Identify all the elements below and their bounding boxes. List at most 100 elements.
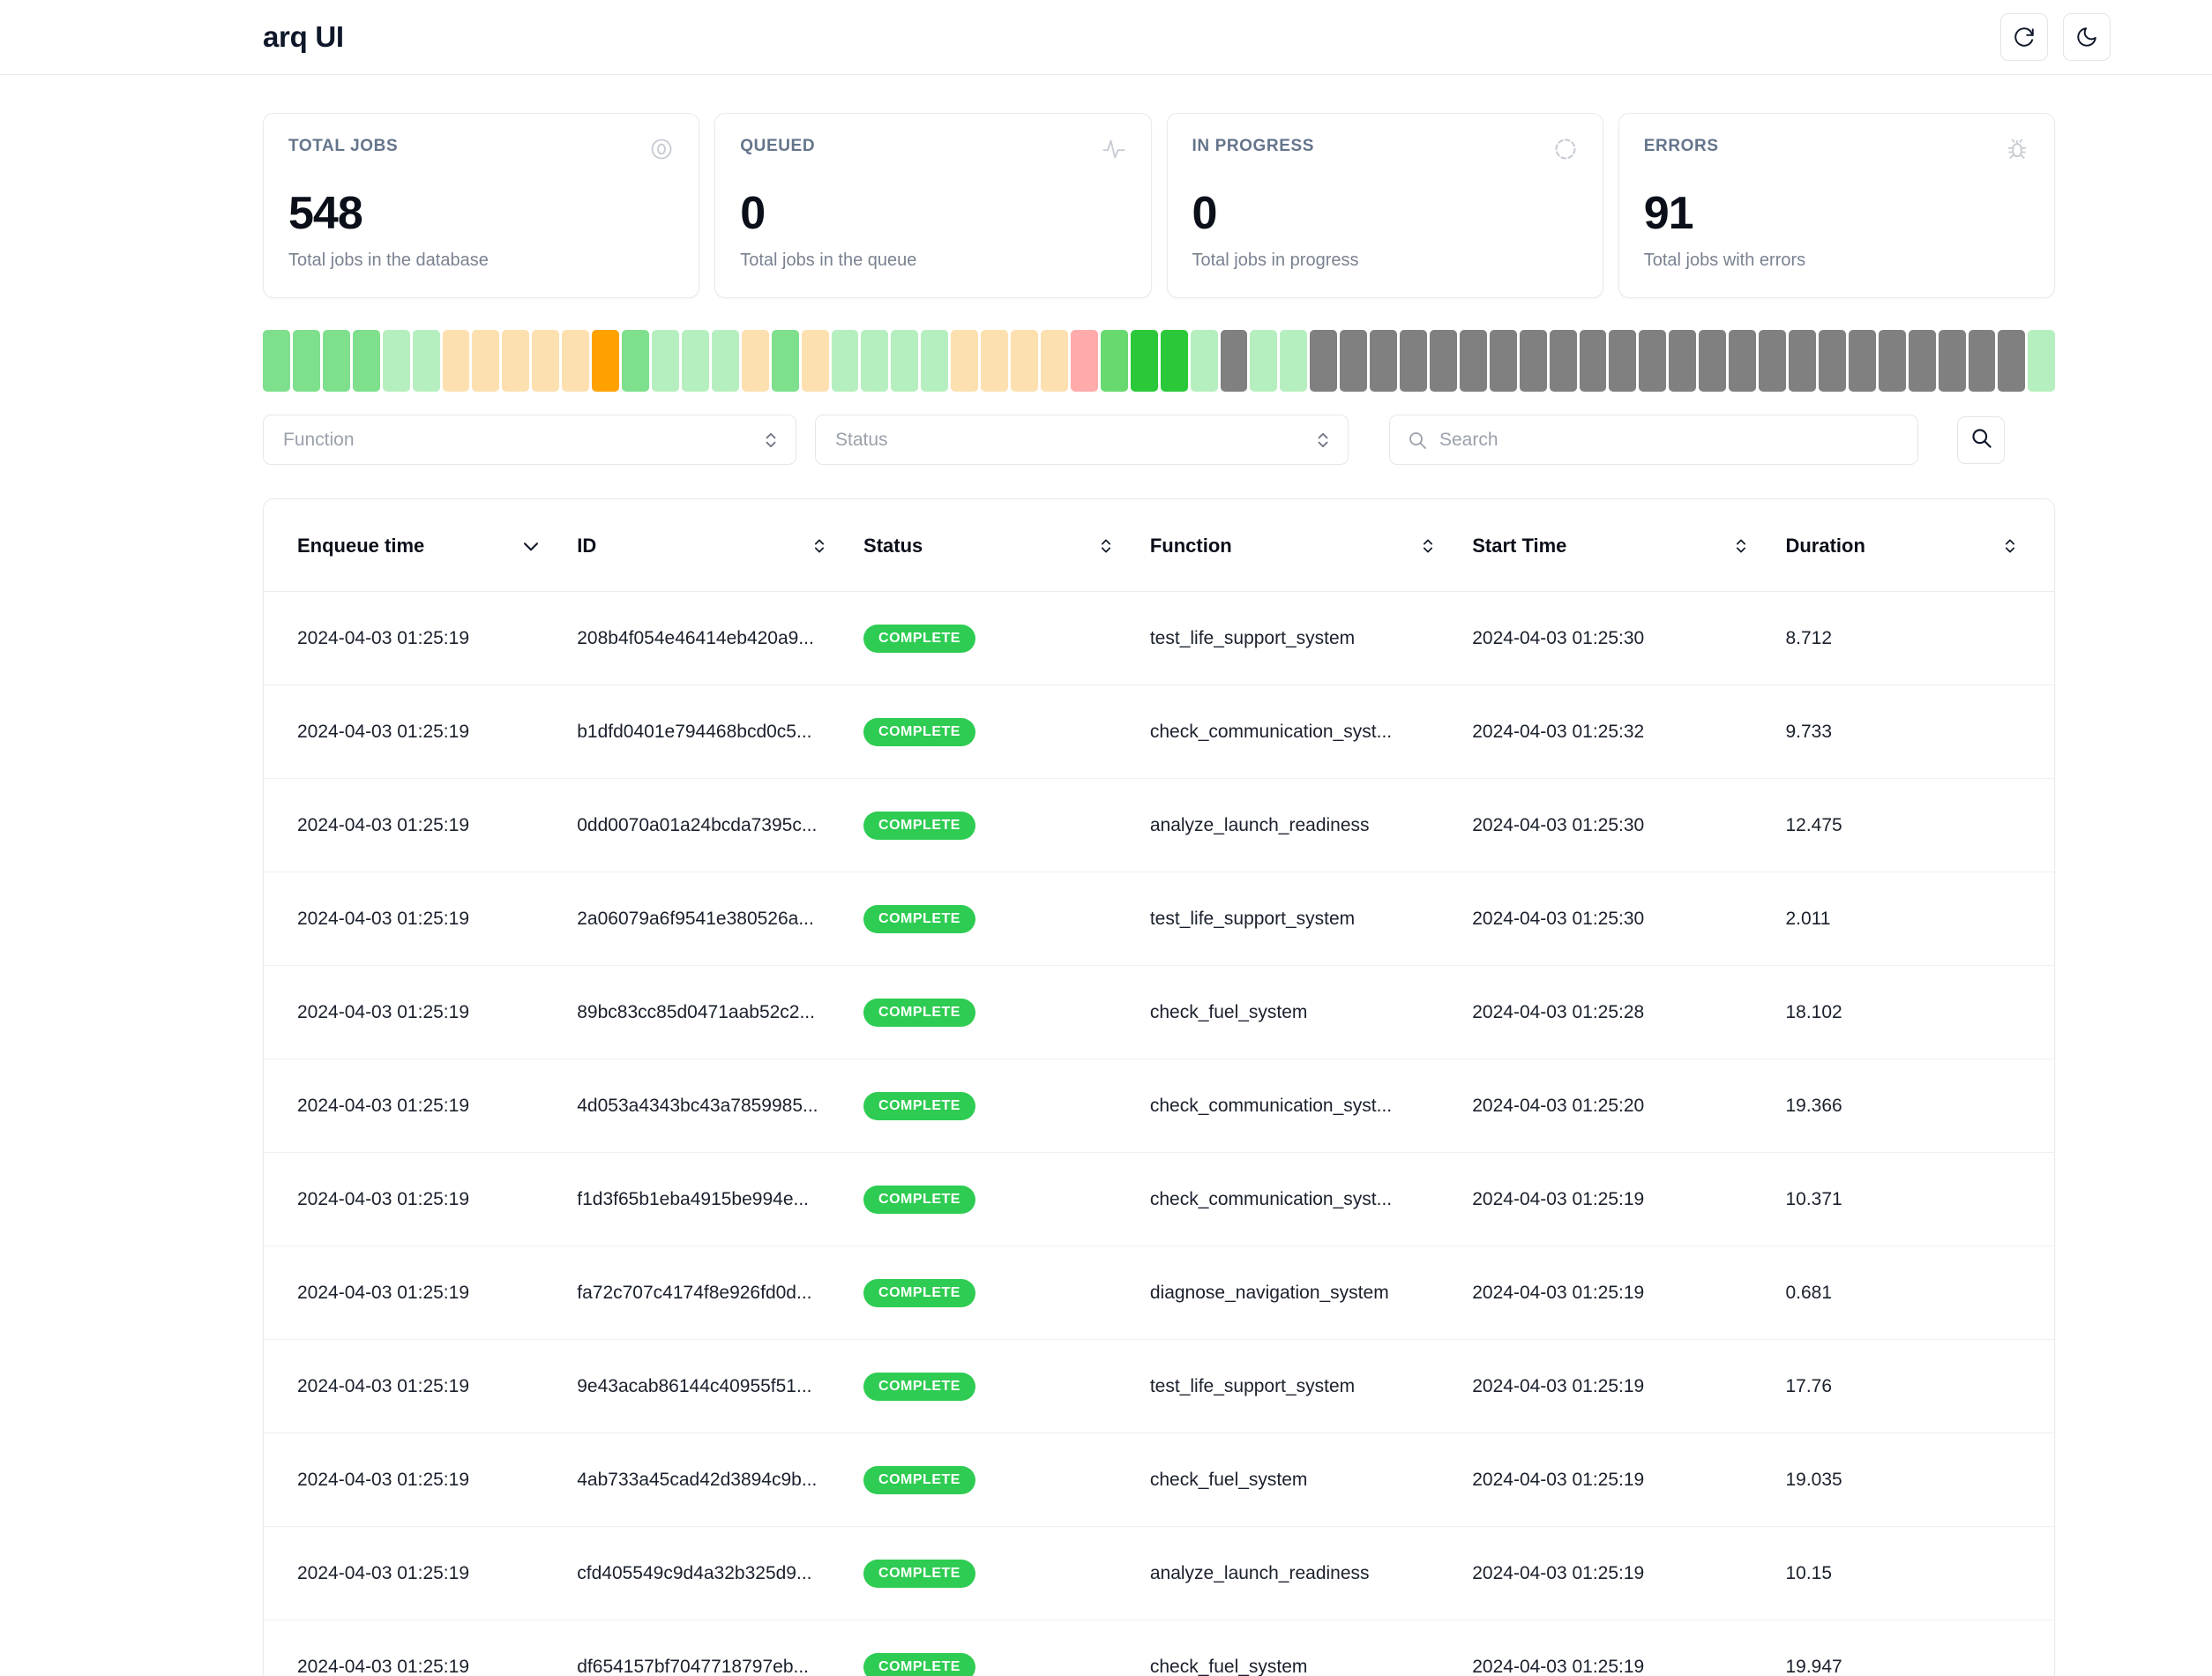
status-block[interactable] — [1849, 330, 1876, 392]
column-label: Duration — [1785, 535, 1865, 557]
column-header-enqueue-time[interactable]: Enqueue time — [264, 499, 577, 592]
status-block[interactable] — [1669, 330, 1696, 392]
status-block[interactable] — [1370, 330, 1397, 392]
status-block[interactable] — [1969, 330, 1996, 392]
status-block[interactable] — [832, 330, 859, 392]
status-block[interactable] — [532, 330, 559, 392]
cell-id: 2a06079a6f9541e380526a... — [577, 872, 863, 966]
status-block[interactable] — [802, 330, 829, 392]
column-header-function[interactable]: Function — [1150, 499, 1472, 592]
status-block[interactable] — [1729, 330, 1756, 392]
status-block[interactable] — [472, 330, 499, 392]
table-row[interactable]: 2024-04-03 01:25:194ab733a45cad42d3894c9… — [264, 1433, 2054, 1527]
status-block[interactable] — [1161, 330, 1188, 392]
status-block[interactable] — [1041, 330, 1068, 392]
cell-enqueue-time: 2024-04-03 01:25:19 — [264, 1433, 577, 1527]
status-block[interactable] — [1998, 330, 2025, 392]
status-block[interactable] — [413, 330, 440, 392]
status-block[interactable] — [712, 330, 739, 392]
search-button[interactable] — [1957, 416, 2005, 464]
status-block[interactable] — [891, 330, 918, 392]
table-row[interactable]: 2024-04-03 01:25:19fa72c707c4174f8e926fd… — [264, 1246, 2054, 1340]
status-block[interactable] — [742, 330, 769, 392]
status-block[interactable] — [1490, 330, 1517, 392]
status-block[interactable] — [951, 330, 978, 392]
status-filter[interactable]: Status — [815, 415, 1349, 465]
status-block[interactable] — [293, 330, 320, 392]
table-row[interactable]: 2024-04-03 01:25:199e43acab86144c40955f5… — [264, 1340, 2054, 1433]
status-block[interactable] — [1191, 330, 1218, 392]
status-block[interactable] — [1071, 330, 1098, 392]
status-block[interactable] — [502, 330, 529, 392]
status-block[interactable] — [1609, 330, 1636, 392]
table-row[interactable]: 2024-04-03 01:25:19df654157bf7047718797e… — [264, 1620, 2054, 1676]
table-row[interactable]: 2024-04-03 01:25:19b1dfd0401e794468bcd0c… — [264, 685, 2054, 779]
cell-start-time: 2024-04-03 01:25:20 — [1472, 1059, 1785, 1153]
cell-duration: 9.733 — [1785, 685, 2054, 779]
status-badge: COMPLETE — [863, 1653, 975, 1676]
status-block[interactable] — [1310, 330, 1337, 392]
cell-status: COMPLETE — [863, 685, 1150, 779]
status-block[interactable] — [1759, 330, 1786, 392]
cell-enqueue-time: 2024-04-03 01:25:19 — [264, 1620, 577, 1676]
function-select-box[interactable]: Function — [263, 415, 796, 465]
status-block[interactable] — [1939, 330, 1966, 392]
column-header-status[interactable]: Status — [863, 499, 1150, 592]
stat-description: Total jobs in progress — [1192, 251, 1578, 271]
table-row[interactable]: 2024-04-03 01:25:194d053a4343bc43a785998… — [264, 1059, 2054, 1153]
function-filter[interactable]: Function — [263, 415, 796, 465]
status-block[interactable] — [1131, 330, 1158, 392]
table-row[interactable]: 2024-04-03 01:25:19f1d3f65b1eba4915be994… — [264, 1153, 2054, 1246]
status-block[interactable] — [1011, 330, 1038, 392]
status-block[interactable] — [1460, 330, 1487, 392]
status-block[interactable] — [1789, 330, 1816, 392]
status-block[interactable] — [981, 330, 1008, 392]
status-block[interactable] — [1400, 330, 1427, 392]
status-block[interactable] — [622, 330, 649, 392]
status-block[interactable] — [323, 330, 350, 392]
status-block[interactable] — [1520, 330, 1547, 392]
refresh-button[interactable] — [2000, 13, 2048, 61]
status-block[interactable] — [1101, 330, 1128, 392]
status-block[interactable] — [1280, 330, 1307, 392]
status-block[interactable] — [1430, 330, 1457, 392]
column-header-duration[interactable]: Duration — [1785, 499, 2054, 592]
search-input[interactable] — [1389, 415, 1918, 465]
chevron-updown-icon — [1734, 535, 1748, 557]
status-block[interactable] — [1250, 330, 1277, 392]
status-block[interactable] — [1580, 330, 1607, 392]
cell-function: analyze_launch_readiness — [1150, 1527, 1472, 1620]
status-block[interactable] — [1819, 330, 1846, 392]
status-select-box[interactable]: Status — [815, 415, 1349, 465]
status-badge: COMPLETE — [863, 718, 975, 746]
status-block[interactable] — [443, 330, 470, 392]
status-block[interactable] — [652, 330, 679, 392]
theme-toggle-button[interactable] — [2063, 13, 2111, 61]
status-block[interactable] — [772, 330, 799, 392]
status-block[interactable] — [1909, 330, 1936, 392]
column-header-id[interactable]: ID — [577, 499, 863, 592]
status-block[interactable] — [1340, 330, 1367, 392]
column-header-start-time[interactable]: Start Time — [1472, 499, 1785, 592]
status-block[interactable] — [861, 330, 888, 392]
status-block[interactable] — [682, 330, 709, 392]
job-status-strip — [0, 298, 2212, 395]
status-block[interactable] — [562, 330, 589, 392]
status-block[interactable] — [2028, 330, 2055, 392]
status-block[interactable] — [1639, 330, 1666, 392]
status-block[interactable] — [383, 330, 410, 392]
table-row[interactable]: 2024-04-03 01:25:19208b4f054e46414eb420a… — [264, 592, 2054, 685]
status-block[interactable] — [592, 330, 619, 392]
app-header: arq UI — [0, 0, 2212, 75]
table-row[interactable]: 2024-04-03 01:25:19cfd405549c9d4a32b325d… — [264, 1527, 2054, 1620]
status-block[interactable] — [263, 330, 290, 392]
table-row[interactable]: 2024-04-03 01:25:192a06079a6f9541e380526… — [264, 872, 2054, 966]
status-block[interactable] — [1879, 330, 1906, 392]
status-block[interactable] — [1699, 330, 1726, 392]
status-block[interactable] — [921, 330, 948, 392]
status-block[interactable] — [1550, 330, 1577, 392]
status-block[interactable] — [353, 330, 380, 392]
table-row[interactable]: 2024-04-03 01:25:1989bc83cc85d0471aab52c… — [264, 966, 2054, 1059]
status-block[interactable] — [1221, 330, 1248, 392]
table-row[interactable]: 2024-04-03 01:25:190dd0070a01a24bcda7395… — [264, 779, 2054, 872]
